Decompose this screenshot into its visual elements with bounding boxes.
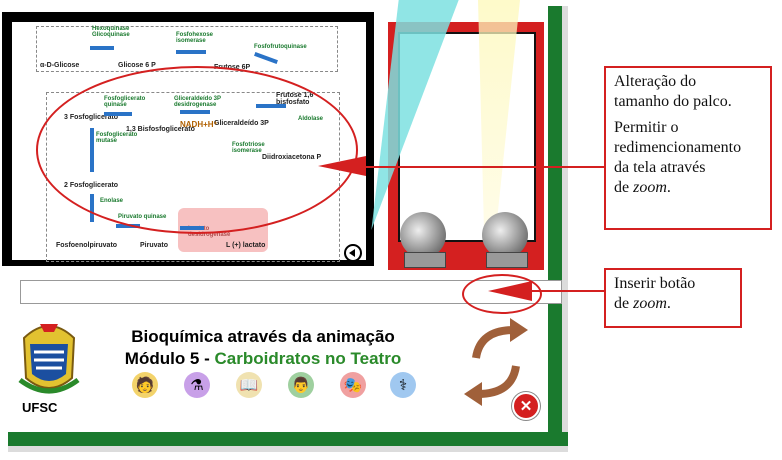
callout-text: tamanho do palco. xyxy=(614,93,732,110)
callout-connector xyxy=(366,166,604,168)
book-icon[interactable]: 📖 xyxy=(236,372,262,398)
character-icon[interactable]: 🧑 xyxy=(132,372,158,398)
title-line2-prefix: Módulo 5 - xyxy=(124,349,215,368)
callout-text-em: zoom xyxy=(633,295,667,312)
frame-right-border xyxy=(548,6,562,446)
ufsc-logo xyxy=(18,324,80,394)
spotlight-base xyxy=(404,252,446,268)
callout-text-part: . xyxy=(666,295,671,312)
callout-connector xyxy=(530,290,604,292)
molecule-g6p: Glicose 6 P xyxy=(118,62,156,69)
molecule-glucose: α-D-Glicose xyxy=(40,62,80,69)
callout-text-part: de xyxy=(614,179,634,196)
play-back-icon[interactable] xyxy=(344,244,362,262)
module-title: Bioquímica através da animação Módulo 5 … xyxy=(118,326,408,370)
doctor-icon[interactable]: ⚕ xyxy=(390,372,416,398)
callout-text: Permitir o xyxy=(614,119,679,136)
callout-text: Alteração do xyxy=(614,73,697,90)
flask-icon[interactable]: ⚗ xyxy=(184,372,210,398)
enzyme-isomerase: Fosfohexose isomerase xyxy=(176,32,214,44)
close-icon: ✕ xyxy=(519,398,533,415)
callout-text-em: zoom xyxy=(633,179,667,196)
scientist-icon[interactable]: 👨 xyxy=(288,372,314,398)
callout-text: da tela através xyxy=(614,159,706,176)
spotlight-base xyxy=(486,252,528,268)
pathway-arrow xyxy=(90,46,114,50)
callout-text: de zoom. xyxy=(614,178,762,198)
title-line2-green: Carboidratos no Teatro xyxy=(214,349,402,368)
ufsc-label: UFSC xyxy=(22,400,58,415)
frame-right-shadow xyxy=(562,6,568,446)
callout-text-part: . xyxy=(666,179,671,196)
pathway-arrow xyxy=(176,50,206,54)
callout-zoom-button: Inserir botão de zoom. xyxy=(604,268,742,328)
molecule-lactate: L (+) lactato xyxy=(226,242,266,249)
title-line2: Módulo 5 - Carboidratos no Teatro xyxy=(118,348,408,370)
callout-arrow xyxy=(318,156,366,176)
callout-text: de zoom. xyxy=(614,294,732,314)
theatre-masks-icon[interactable]: 🎭 xyxy=(340,372,366,398)
callout-text: redimencionamento xyxy=(614,139,742,156)
callout-resize: Alteração do tamanho do palco. Permitir … xyxy=(604,66,772,230)
frame-bottom-shadow xyxy=(8,446,568,452)
close-button[interactable]: ✕ xyxy=(512,392,540,420)
highlight-ellipse-stage xyxy=(36,66,358,234)
callout-text: Inserir botão xyxy=(614,275,696,292)
callout-text-part: de xyxy=(614,295,634,312)
enzyme-hexokinase: Hexoquinase Glicoquinase xyxy=(92,26,130,38)
title-line1: Bioquímica através da animação xyxy=(131,327,395,346)
enzyme-pfk: Fosfofrutoquinase xyxy=(254,44,307,50)
frame-bottom-border xyxy=(8,432,568,446)
callout-arrow xyxy=(488,281,532,301)
molecule-pep: Fosfoenolpiruvato xyxy=(56,242,118,249)
forward-arrow-icon[interactable] xyxy=(470,318,530,362)
molecule-pyruvate: Piruvato xyxy=(140,242,169,249)
